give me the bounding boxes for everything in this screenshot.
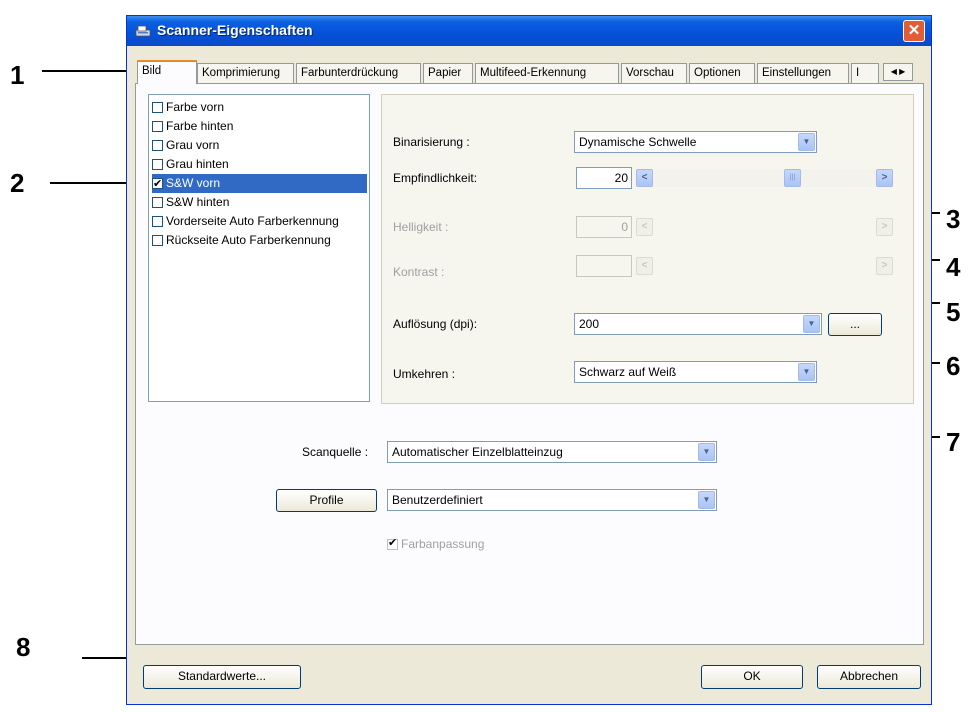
list-item[interactable]: Grau vorn [152, 136, 367, 155]
tab-komprimierung[interactable]: Komprimierung [197, 63, 294, 83]
scan-source-label: Scanquelle : [302, 445, 369, 459]
cancel-button[interactable]: Abbrechen [817, 665, 921, 689]
callout-8: 8 [16, 632, 31, 662]
chevron-down-icon[interactable]: ▼ [698, 443, 715, 461]
brightness-value: 0 [576, 216, 632, 238]
sensitivity-label: Empfindlichkeit: [393, 171, 478, 185]
binarization-select[interactable]: Dynamische Schwelle ▼ [574, 131, 817, 153]
list-item[interactable]: Farbe hinten [152, 117, 367, 136]
checkbox[interactable] [152, 121, 163, 132]
list-item[interactable]: Farbe vorn [152, 98, 367, 117]
tab-strip: Bild Komprimierung Farbunterdrückung Pap… [135, 60, 925, 84]
profile-button[interactable]: Profile [276, 489, 377, 512]
tab-overflow[interactable]: I [851, 63, 879, 83]
image-settings-group: Binarisierung : Dynamische Schwelle ▼ Em… [381, 94, 914, 404]
tab-vorschau[interactable]: Vorschau [621, 63, 687, 83]
binarization-label: Binarisierung : [393, 135, 470, 149]
callout-2: 2 [10, 168, 25, 198]
brightness-label: Helligkeit : [393, 220, 449, 234]
checkbox[interactable] [152, 159, 163, 170]
checkbox[interactable] [152, 140, 163, 151]
invert-select[interactable]: Schwarz auf Weiß ▼ [574, 361, 817, 383]
chevron-down-icon[interactable]: ▼ [698, 491, 715, 509]
chevron-down-icon[interactable]: ▼ [798, 133, 815, 151]
restore-defaults-button[interactable]: Standardwerte... [143, 665, 301, 689]
contrast-slider: < > [636, 257, 893, 275]
scroll-right-icon: > [876, 257, 893, 275]
callout-4: 4 [946, 252, 961, 282]
contrast-value [576, 255, 632, 277]
sensitivity-slider[interactable]: < ||| > [636, 169, 893, 187]
window-title: Scanner-Eigenschaften [157, 22, 313, 38]
title-bar[interactable]: Scanner-Eigenschaften ✕ [127, 16, 931, 46]
checkbox[interactable] [152, 235, 163, 246]
sensitivity-value[interactable]: 20 [576, 167, 632, 189]
scroll-right-icon[interactable]: > [876, 169, 893, 187]
checkbox[interactable] [152, 216, 163, 227]
resolution-select[interactable]: 200 ▼ [574, 313, 822, 335]
tab-papier[interactable]: Papier [423, 63, 473, 83]
scroll-left-icon: < [636, 218, 653, 236]
tab-scroll-arrows-icon[interactable]: ◀ ▶ [883, 63, 913, 81]
color-matching-option: Farbanpassung [387, 536, 484, 551]
list-item[interactable]: Vorderseite Auto Farberkennung [152, 212, 367, 231]
callout-6: 6 [946, 351, 961, 381]
close-icon[interactable]: ✕ [903, 20, 925, 42]
scroll-right-icon: > [876, 218, 893, 236]
callout-3: 3 [946, 204, 961, 234]
custom-resolution-button[interactable]: ... [828, 313, 882, 336]
image-type-list: Farbe vorn Farbe hinten Grau vorn Grau h… [148, 94, 370, 402]
ok-button[interactable]: OK [701, 665, 803, 689]
slider-thumb[interactable]: ||| [784, 169, 801, 187]
scroll-left-icon[interactable]: < [636, 169, 653, 187]
callout-7: 7 [946, 427, 961, 457]
brightness-slider: < > [636, 218, 893, 236]
list-item[interactable]: Rückseite Auto Farberkennung [152, 231, 367, 250]
tab-farbunterdrueckung[interactable]: Farbunterdrückung [296, 63, 421, 83]
chevron-down-icon[interactable]: ▼ [803, 315, 820, 333]
list-item[interactable]: Grau hinten [152, 155, 367, 174]
tab-einstellungen[interactable]: Einstellungen [757, 63, 849, 83]
invert-label: Umkehren : [393, 367, 456, 381]
checkbox[interactable] [152, 102, 163, 113]
list-item-selected[interactable]: S&W vorn [152, 174, 367, 194]
profile-select[interactable]: Benutzerdefiniert ▼ [387, 489, 717, 511]
callout-5: 5 [946, 297, 961, 327]
scroll-left-icon: < [636, 257, 653, 275]
chevron-down-icon[interactable]: ▼ [798, 363, 815, 381]
tab-optionen[interactable]: Optionen [689, 63, 755, 83]
tab-bild[interactable]: Bild [137, 60, 197, 84]
resolution-label: Auflösung (dpi): [393, 317, 478, 331]
scanner-icon [135, 25, 151, 37]
list-item[interactable]: S&W hinten [152, 193, 367, 212]
bild-tab-panel: Farbe vorn Farbe hinten Grau vorn Grau h… [135, 83, 924, 645]
callout-1: 1 [10, 60, 25, 90]
checkbox[interactable] [152, 197, 163, 208]
scan-source-select[interactable]: Automatischer Einzelblatteinzug ▼ [387, 441, 717, 463]
checkbox-checked[interactable] [152, 175, 163, 194]
scanner-properties-window: Scanner-Eigenschaften ✕ Bild Komprimieru… [126, 15, 932, 705]
tab-multifeed-erkennung[interactable]: Multifeed-Erkennung [475, 63, 619, 83]
checkbox-checked [387, 536, 398, 550]
contrast-label: Kontrast : [393, 265, 445, 279]
